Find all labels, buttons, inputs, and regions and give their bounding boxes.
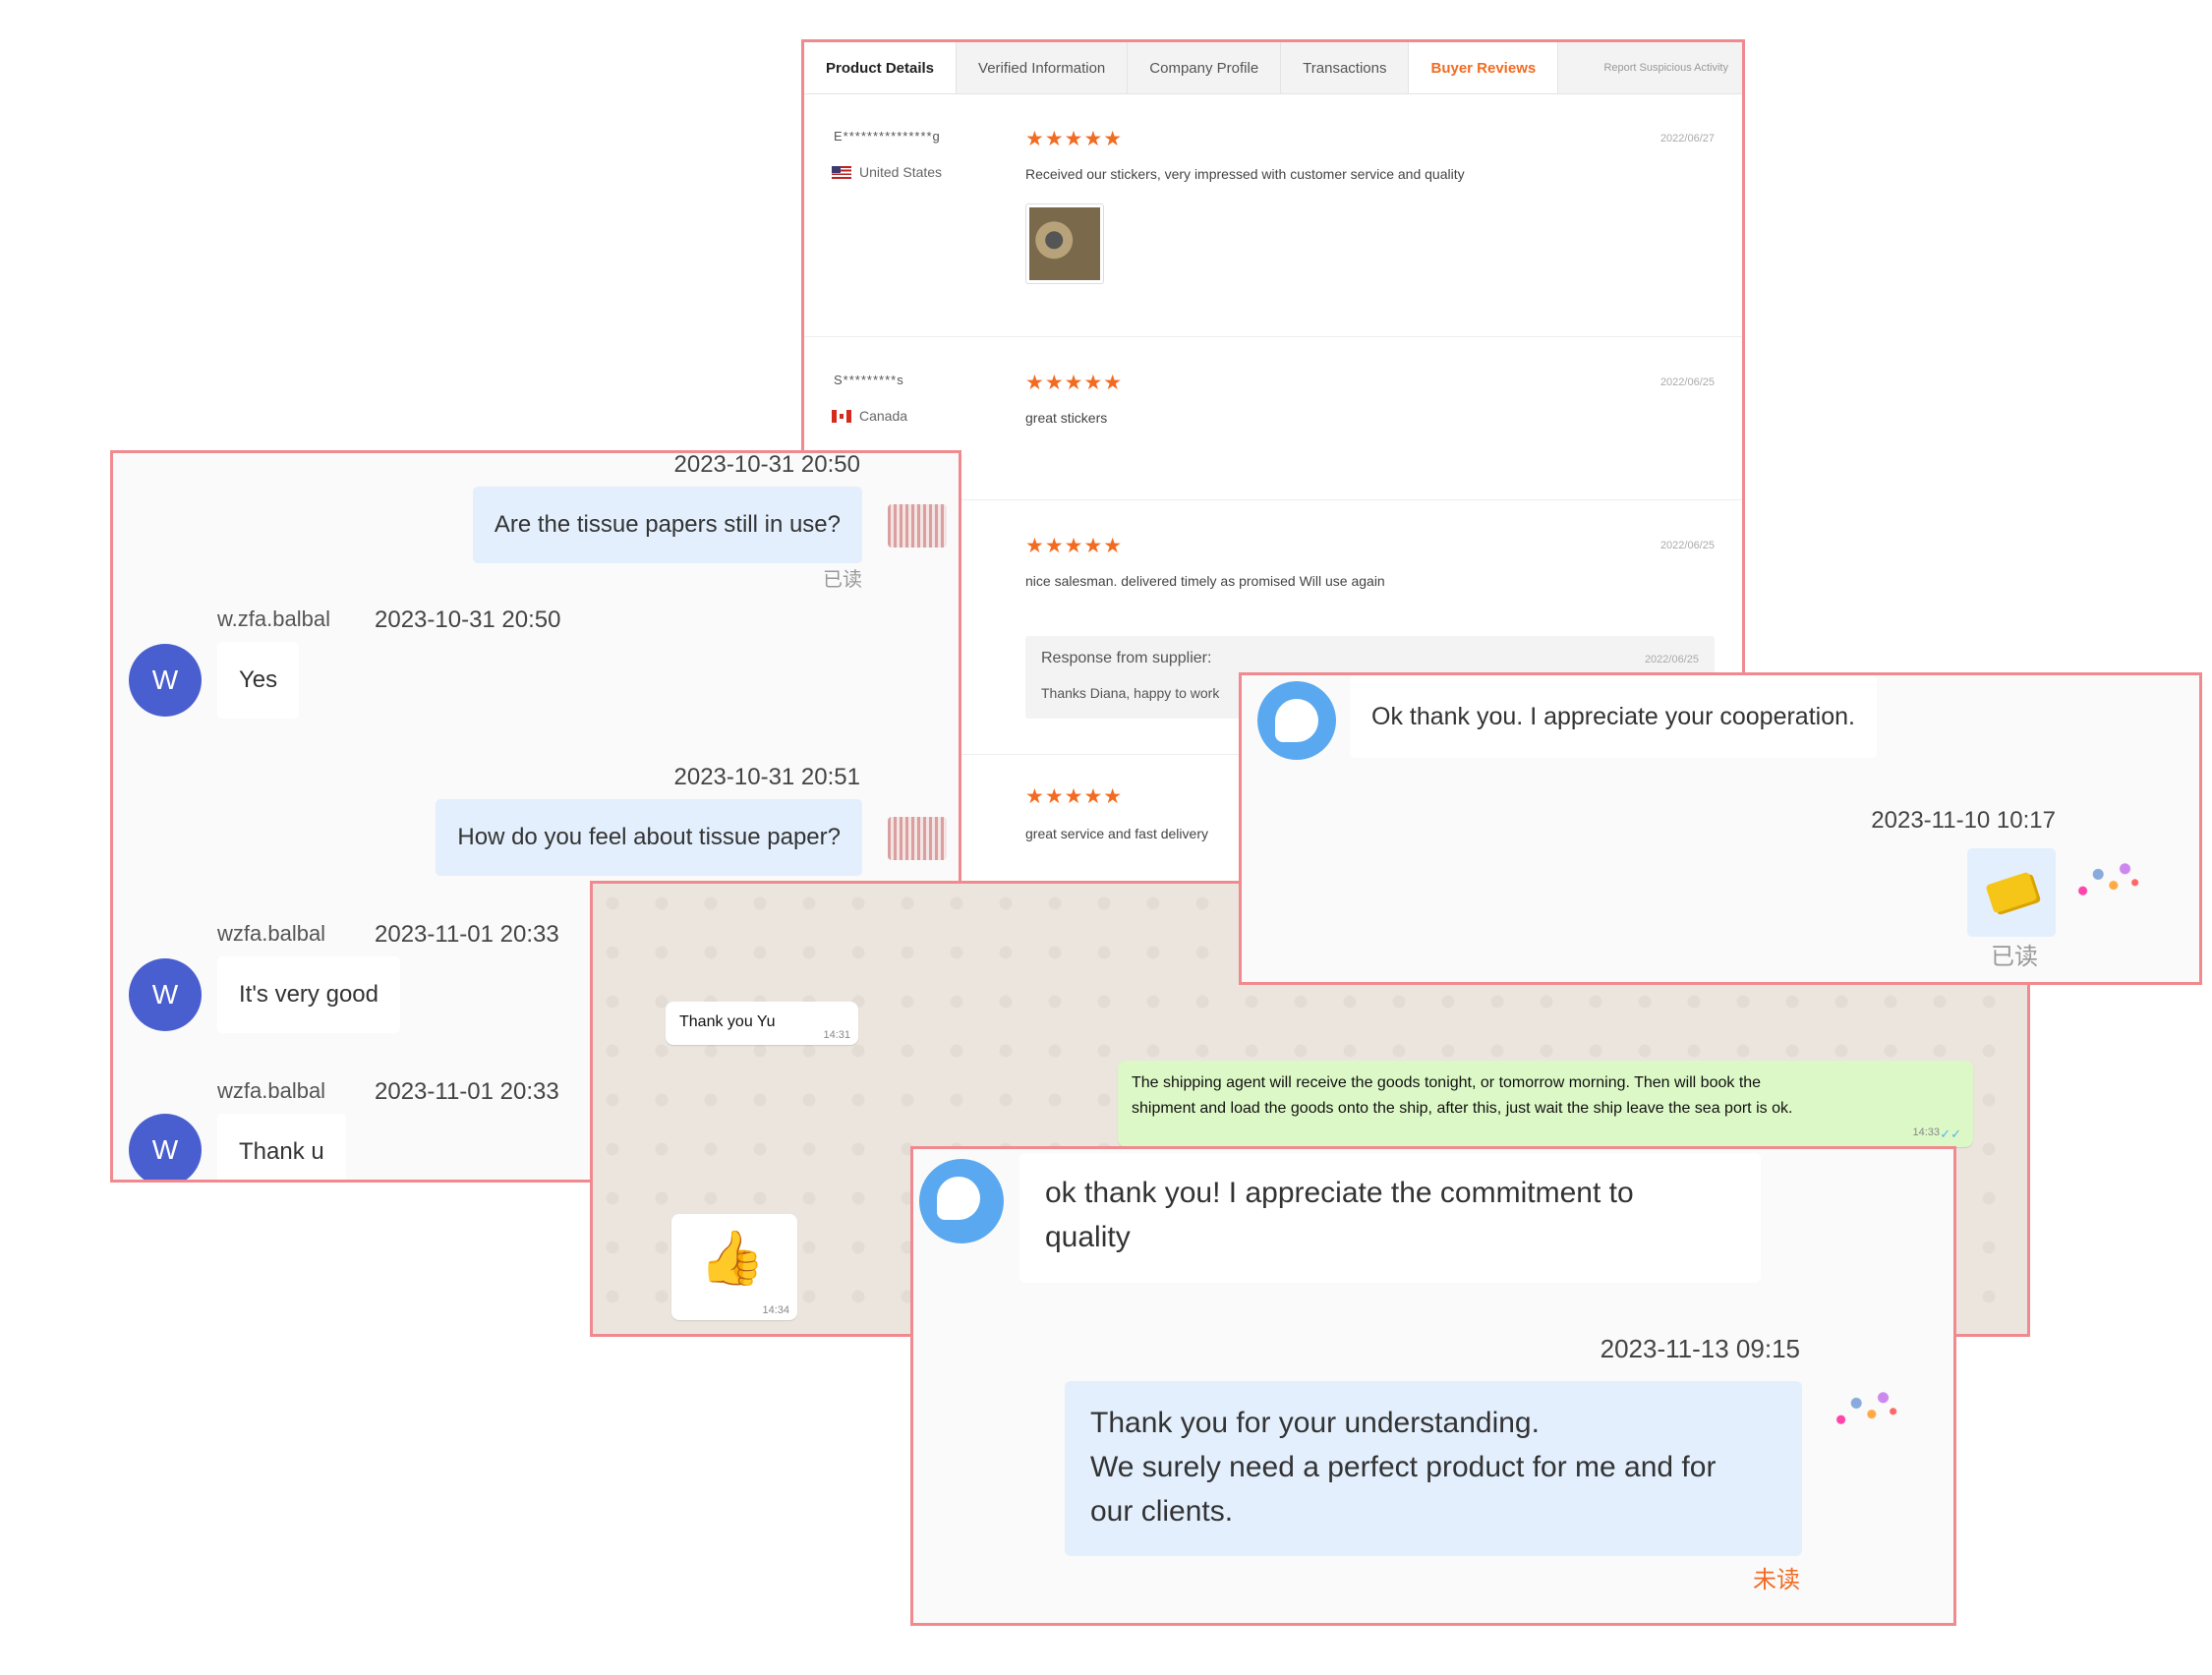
read-status: 已读 bbox=[1991, 944, 2038, 970]
tab-buyer-reviews[interactable]: Buyer Reviews bbox=[1409, 42, 1559, 93]
star-rating: ★★★★★ bbox=[1025, 128, 1124, 150]
sender-avatar-sticker bbox=[888, 817, 947, 860]
unread-status: 未读 bbox=[1753, 1567, 1800, 1593]
chat-panel-quality: ok thank you! I appreciate the commitmen… bbox=[910, 1146, 1956, 1626]
sender-avatar-sticker bbox=[1826, 1381, 1902, 1436]
avatar[interactable]: W bbox=[129, 958, 202, 1031]
message-timestamp: 2023-11-13 09:15 bbox=[1600, 1334, 1800, 1363]
message-line: Thank you for your understanding. bbox=[1090, 1407, 1540, 1439]
response-title: Response from supplier: bbox=[1041, 650, 1212, 666]
tab-product-details[interactable]: Product Details bbox=[804, 42, 958, 93]
us-flag-icon bbox=[832, 165, 851, 179]
reviewer-name: E***************g bbox=[834, 129, 941, 144]
incoming-message: Yes bbox=[217, 642, 300, 719]
message-timestamp: 2023-10-31 20:50 bbox=[673, 451, 861, 478]
review-text: nice salesman. delivered timely as promi… bbox=[1025, 573, 1385, 589]
message-time: 14:34 bbox=[762, 1304, 789, 1316]
tab-transactions[interactable]: Transactions bbox=[1281, 42, 1410, 93]
star-rating: ★★★★★ bbox=[1025, 372, 1124, 394]
incoming-message: 👍 14:34 bbox=[671, 1214, 797, 1320]
outgoing-message: The shipping agent will receive the good… bbox=[1118, 1061, 1973, 1147]
double-check-icon: ✓✓ bbox=[1940, 1126, 1961, 1141]
response-date: 2022/06/25 bbox=[1644, 654, 1699, 665]
message-time: 14:31 bbox=[823, 1029, 850, 1041]
message-line: We surely need a perfect product for me … bbox=[1090, 1451, 1717, 1483]
star-rating: ★★★★★ bbox=[1025, 785, 1124, 808]
star-rating: ★★★★★ bbox=[1025, 535, 1124, 557]
tab-company-profile[interactable]: Company Profile bbox=[1128, 42, 1282, 93]
thumbs-up-icon: 👍 bbox=[699, 1229, 766, 1288]
tab-verified-information[interactable]: Verified Information bbox=[957, 42, 1129, 93]
report-link[interactable]: Report Suspicious Activity bbox=[1582, 42, 1742, 93]
review-date: 2022/06/25 bbox=[1659, 376, 1715, 388]
outgoing-message: Thank you for your understanding. We sur… bbox=[1065, 1381, 1802, 1556]
canada-flag-icon bbox=[832, 409, 851, 423]
tab-bar: Product Details Verified Information Com… bbox=[804, 42, 1742, 94]
review-text: great stickers bbox=[1025, 410, 1108, 426]
read-status: 已读 bbox=[823, 569, 862, 591]
review-date: 2022/06/27 bbox=[1659, 133, 1715, 144]
review-text: great service and fast delivery bbox=[1025, 826, 1208, 841]
sender-avatar-sticker bbox=[888, 504, 947, 548]
incoming-message: Ok thank you. I appreciate your cooperat… bbox=[1350, 675, 1877, 758]
message-timestamp: 2023-10-31 20:51 bbox=[673, 764, 861, 790]
country-label: Canada bbox=[859, 408, 908, 424]
reviewer-name: S*********s bbox=[834, 373, 904, 387]
outgoing-message: Are the tissue papers still in use? bbox=[472, 487, 862, 563]
sender-name: wzfa.balbal bbox=[217, 1078, 326, 1103]
stickers-photo-icon bbox=[1029, 207, 1100, 280]
incoming-message: Thank u bbox=[217, 1114, 346, 1180]
reviewer-country: Canada bbox=[832, 408, 907, 424]
outgoing-message: How do you feel about tissue paper? bbox=[436, 799, 862, 876]
incoming-message: ok thank you! I appreciate the commitmen… bbox=[1019, 1153, 1761, 1283]
message-timestamp: 2023-10-31 20:50 bbox=[375, 606, 561, 633]
review-date: 2022/06/25 bbox=[1659, 540, 1715, 551]
incoming-message: It's very good bbox=[217, 956, 400, 1033]
sender-name: wzfa.balbal bbox=[217, 921, 326, 946]
message-line: quality bbox=[1045, 1221, 1131, 1253]
review-item: E***************g United States ★★★★★ 20… bbox=[804, 93, 1742, 337]
chat-bubble-avatar-icon bbox=[919, 1159, 1004, 1243]
review-text: Received our stickers, very impressed wi… bbox=[1025, 166, 1465, 182]
gold-bar-icon bbox=[1985, 871, 2038, 914]
message-line: ok thank you! I appreciate the commitmen… bbox=[1045, 1177, 1634, 1209]
message-text: Thank you Yu bbox=[679, 1013, 776, 1030]
sender-avatar-sticker bbox=[2067, 852, 2144, 907]
incoming-message: Thank you Yu 14:31 bbox=[666, 1002, 858, 1045]
avatar[interactable]: W bbox=[129, 644, 202, 717]
chat-bubble-avatar-icon bbox=[1257, 681, 1336, 760]
review-photo[interactable] bbox=[1025, 203, 1104, 284]
response-text: Thanks Diana, happy to work bbox=[1041, 685, 1220, 701]
message-timestamp: 2023-11-01 20:33 bbox=[375, 921, 559, 948]
avatar[interactable]: W bbox=[129, 1114, 202, 1180]
message-timestamp: 2023-11-01 20:33 bbox=[375, 1078, 559, 1105]
message-time: 14:33 bbox=[1912, 1126, 1940, 1138]
reviewer-country: United States bbox=[832, 164, 942, 180]
country-label: United States bbox=[859, 164, 943, 180]
chat-panel-cooperation: Ok thank you. I appreciate your cooperat… bbox=[1239, 672, 2202, 985]
gold-sticker-message bbox=[1967, 848, 2056, 937]
message-line: our clients. bbox=[1090, 1495, 1234, 1528]
message-line: The shipping agent will receive the good… bbox=[1132, 1074, 1762, 1091]
message-timestamp: 2023-11-10 10:17 bbox=[1871, 807, 2056, 834]
sender-name: w.zfa.balbal bbox=[217, 606, 330, 631]
message-line: shipment and load the goods onto the shi… bbox=[1132, 1100, 1793, 1117]
